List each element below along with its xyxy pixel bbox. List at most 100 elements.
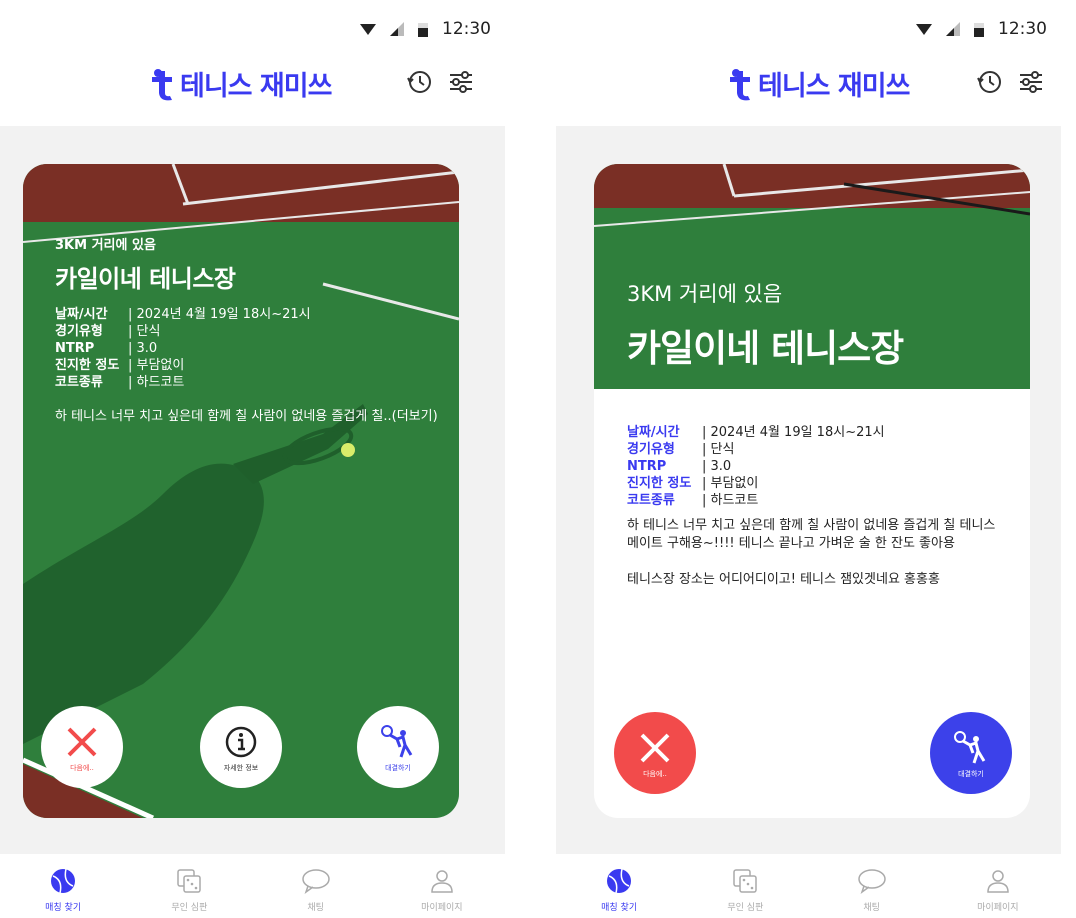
logo-t-icon [152, 68, 172, 100]
main-content: 3KM 거리에 있음 카일이네 테니스장 날짜/시간 | 2024년 4월 19일… [556, 126, 1061, 854]
app-logo[interactable]: 테니스 재미쓰 [728, 64, 910, 103]
description-location: 테니스장 장소는 어디어디이고! 테니스 잼있겟네요 홍홍홍 [627, 572, 940, 587]
info-row-court-type: 코트종류 | 하드코트 [627, 492, 1007, 509]
status-bar: 12:30 [360, 14, 491, 44]
next-button-label: 다음에.. [643, 770, 667, 778]
nav-label: 매칭 찾기 [601, 903, 638, 913]
nav-item-chat[interactable]: 채팅 [253, 854, 379, 918]
info-label: 경기유형 [627, 442, 675, 457]
match-detail: 날짜/시간 | 2024년 4월 19일 18시~21시 경기유형 | 단식 NTR… [627, 424, 1007, 589]
nav-item-umpire[interactable]: 무인 심판 [126, 854, 252, 918]
status-bar: 12:30 [916, 14, 1047, 44]
match-card[interactable]: 3KM 거리에 있음 카일이네 테니스장 날짜/시간 | 2024년 4월 19일… [23, 164, 459, 818]
info-label: NTRP [627, 459, 667, 474]
info-value: | 2024년 4월 19일 18시~21시 [702, 425, 885, 440]
info-row-court-type: 코트종류 | 하드코트 [55, 374, 439, 391]
match-button-label: 대결하기 [958, 770, 984, 778]
court-photo: 3KM 거리에 있음 카일이네 테니스장 [594, 164, 1030, 389]
info-row-game-type: 경기유형 | 단식 [627, 441, 1007, 458]
logo-text: 테니스 재미쓰 [758, 71, 910, 102]
tennis-player-icon [381, 725, 413, 758]
main-content: 3KM 거리에 있음 카일이네 테니스장 날짜/시간 | 2024년 4월 19일… [0, 126, 505, 854]
history-icon[interactable] [405, 68, 433, 96]
history-icon[interactable] [975, 68, 1003, 96]
nav-item-find-match[interactable]: 매칭 찾기 [0, 854, 126, 918]
nav-label: 채팅 [863, 903, 880, 913]
info-button[interactable]: 자세한 정보 [200, 706, 282, 788]
court-name: 카일이네 테니스장 [55, 265, 236, 293]
nav-item-chat[interactable]: 채팅 [809, 854, 935, 918]
info-label: 날짜/시간 [55, 307, 108, 322]
dice-icon [177, 869, 202, 893]
info-value: | 하드코트 [128, 375, 185, 390]
close-icon [67, 727, 97, 757]
info-row-datetime: 날짜/시간 | 2024년 4월 19일 18시~21시 [55, 306, 439, 323]
info-row-datetime: 날짜/시간 | 2024년 4월 19일 18시~21시 [627, 424, 1007, 441]
chat-bubble-icon [857, 869, 886, 894]
dice-icon [733, 869, 758, 893]
info-label: 진지한 정도 [627, 476, 692, 491]
match-detail-card: 3KM 거리에 있음 카일이네 테니스장 날짜/시간 | 2024년 4월 19일… [594, 164, 1030, 818]
nav-label: 채팅 [307, 903, 324, 913]
nav-label: 무인 심판 [171, 903, 208, 913]
info-label: 코트종류 [627, 493, 675, 508]
info-row-seriousness: 진지한 정도 | 부담없이 [55, 357, 439, 374]
match-button[interactable]: 대결하기 [357, 706, 439, 788]
tennis-player-icon [954, 731, 986, 764]
phone-screen-card-view: 12:30 테니스 재미쓰 3KM 거리에 있음 카일이네 테니스장 날짜/시간… [0, 0, 505, 918]
info-row-game-type: 경기유형 | 단식 [55, 323, 439, 340]
phone-screen-detail-view: 12:30 테니스 재미쓰 3KM 거리에 있음 카일이네 테니스장 날짜/시간… [556, 0, 1061, 918]
match-info-table: 날짜/시간 | 2024년 4월 19일 18시~21시 경기유형 | 단식 NTR… [55, 306, 439, 391]
battery-icon [418, 23, 428, 37]
description-preview[interactable]: 하 테니스 너무 치고 싶은데 함께 칠 사람이 없네용 즐겁게 칠..(더보기… [55, 405, 439, 424]
wifi-icon [916, 24, 932, 35]
filter-icon[interactable] [447, 68, 475, 96]
next-button[interactable]: 다음에.. [41, 706, 123, 788]
info-value: | 2024년 4월 19일 18시~21시 [128, 307, 311, 322]
court-name: 카일이네 테니스장 [627, 327, 904, 370]
description-full: 하 테니스 너무 치고 싶은데 함께 칠 사람이 없네용 즐겁게 칠 테니스 메… [627, 518, 996, 551]
app-header: 테니스 재미쓰 [0, 60, 505, 106]
nav-item-mypage[interactable]: 마이페이지 [379, 854, 505, 918]
close-icon [640, 733, 670, 763]
nav-item-find-match[interactable]: 매칭 찾기 [556, 854, 682, 918]
nav-item-umpire[interactable]: 무인 심판 [682, 854, 808, 918]
status-time: 12:30 [442, 19, 491, 39]
info-row-seriousness: 진지한 정도 | 부담없이 [627, 475, 1007, 492]
match-button[interactable]: 대결하기 [930, 712, 1012, 794]
distance-label: 3KM 거리에 있음 [627, 282, 783, 306]
info-value: | 부담없이 [128, 358, 185, 373]
next-button-label: 다음에.. [70, 764, 94, 772]
next-button[interactable]: 다음에.. [614, 712, 696, 794]
info-button-label: 자세한 정보 [223, 764, 259, 772]
info-icon [225, 726, 257, 758]
logo-t-icon [730, 68, 750, 100]
info-value: | 단식 [128, 324, 161, 339]
info-row-ntrp: NTRP | 3.0 [627, 458, 1007, 475]
card-title-block: 3KM 거리에 있음 카일이네 테니스장 [627, 278, 904, 372]
info-value: | 하드코트 [702, 493, 759, 508]
nav-label: 무인 심판 [727, 903, 764, 913]
wifi-icon [360, 24, 376, 35]
info-value: | 3.0 [702, 459, 732, 474]
app-logo[interactable]: 테니스 재미쓰 [150, 64, 332, 103]
info-label: NTRP [55, 341, 95, 356]
signal-icon [946, 22, 960, 36]
info-value: | 3.0 [128, 341, 158, 356]
bottom-nav: 매칭 찾기 무인 심판 채팅 마이페이지 [0, 854, 505, 918]
tennis-ball-icon [51, 868, 76, 894]
distance-label: 3KM 거리에 있음 [55, 238, 156, 253]
person-icon [987, 870, 1009, 893]
info-row-ntrp: NTRP | 3.0 [55, 340, 439, 357]
info-value: | 부담없이 [702, 476, 759, 491]
info-label: 날짜/시간 [627, 425, 680, 440]
status-time: 12:30 [998, 19, 1047, 39]
signal-icon [390, 22, 404, 36]
filter-icon[interactable] [1017, 68, 1045, 96]
battery-icon [974, 23, 984, 37]
info-value: | 단식 [702, 442, 735, 457]
nav-item-mypage[interactable]: 마이페이지 [935, 854, 1061, 918]
nav-label: 마이페이지 [977, 903, 1019, 913]
match-button-label: 대결하기 [385, 764, 411, 772]
tennis-ball-icon [607, 868, 632, 894]
